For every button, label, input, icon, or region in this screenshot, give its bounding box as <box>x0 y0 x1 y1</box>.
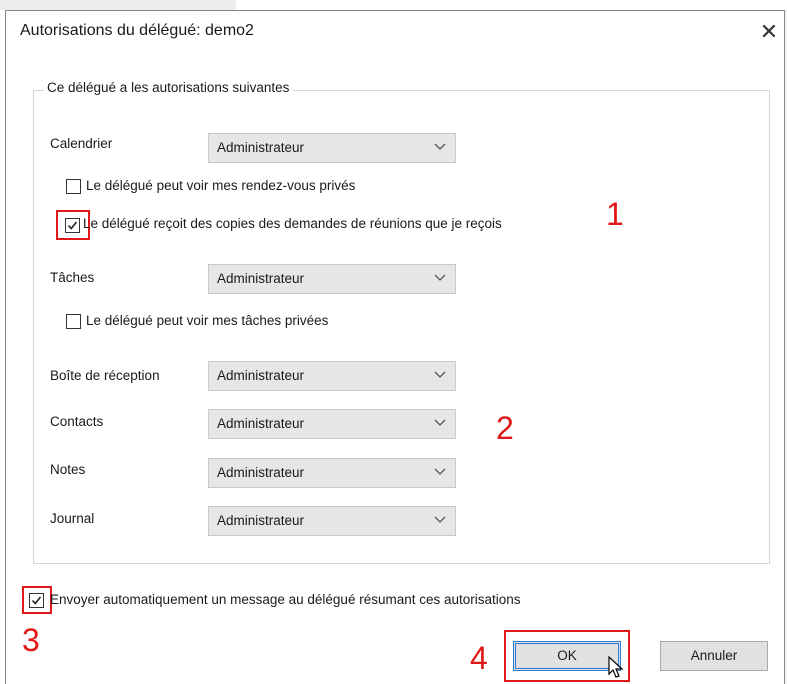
journal-permission-value: Administrateur <box>217 513 305 528</box>
close-icon[interactable]: ✕ <box>752 14 786 50</box>
contacts-label: Contacts <box>50 414 104 429</box>
notes-permission-value: Administrateur <box>217 465 305 480</box>
dialog-title: Autorisations du délégué: demo2 <box>20 22 254 39</box>
meeting-copies-checkbox[interactable] <box>65 218 80 233</box>
chevron-down-icon <box>434 371 446 378</box>
contacts-permission-value: Administrateur <box>217 416 305 431</box>
checkmark-icon <box>31 596 42 605</box>
contacts-permission-select[interactable]: Administrateur <box>208 409 456 439</box>
meeting-copies-label: Le délégué reçoit des copies des demande… <box>83 216 502 231</box>
calendar-label: Calendrier <box>50 136 113 151</box>
inbox-label: Boîte de réception <box>50 368 160 383</box>
annotation-number-2: 2 <box>496 410 514 446</box>
chevron-down-icon <box>434 468 446 475</box>
tasks-label: Tâches <box>50 270 95 285</box>
inbox-permission-value: Administrateur <box>217 368 305 383</box>
calendar-permission-select[interactable]: Administrateur <box>208 133 456 163</box>
private-tasks-checkbox[interactable] <box>66 314 81 329</box>
journal-permission-select[interactable]: Administrateur <box>208 506 456 536</box>
auto-message-label: Envoyer automatiquement un message au dé… <box>50 592 521 607</box>
mouse-pointer-icon <box>608 656 624 678</box>
annotation-number-3: 3 <box>22 622 40 658</box>
permissions-group-label: Ce délégué a les autorisations suivantes <box>44 80 293 95</box>
tasks-permission-value: Administrateur <box>217 271 305 286</box>
journal-label: Journal <box>50 511 95 526</box>
notes-permission-select[interactable]: Administrateur <box>208 458 456 488</box>
private-tasks-label: Le délégué peut voir mes tâches privées <box>86 313 329 328</box>
annotation-number-4: 4 <box>470 640 488 676</box>
notes-label: Notes <box>50 462 86 477</box>
checkmark-icon <box>67 221 78 230</box>
calendar-permission-value: Administrateur <box>217 140 305 155</box>
auto-message-checkbox[interactable] <box>29 593 44 608</box>
chevron-down-icon <box>434 516 446 523</box>
private-appointments-label: Le délégué peut voir mes rendez-vous pri… <box>86 178 356 193</box>
chevron-down-icon <box>434 143 446 150</box>
chevron-down-icon <box>434 419 446 426</box>
tasks-permission-select[interactable]: Administrateur <box>208 264 456 294</box>
background-window-strip <box>0 0 236 10</box>
chevron-down-icon <box>434 274 446 281</box>
ok-button[interactable]: OK <box>513 641 621 671</box>
inbox-permission-select[interactable]: Administrateur <box>208 361 456 391</box>
cancel-button[interactable]: Annuler <box>660 641 768 671</box>
private-appointments-checkbox[interactable] <box>66 179 81 194</box>
annotation-number-1: 1 <box>606 196 624 232</box>
